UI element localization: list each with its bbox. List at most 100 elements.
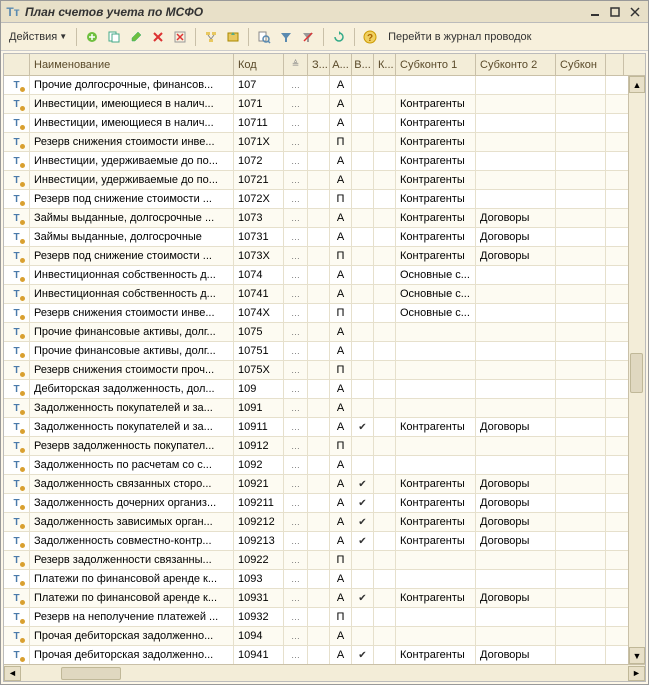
h-scroll-track[interactable]	[21, 666, 628, 681]
cell-name: Прочие финансовые активы, долг...	[30, 342, 234, 360]
cell-k	[374, 342, 396, 360]
table-row[interactable]: TРезерв под снижение стоимости ...1073X……	[4, 247, 645, 266]
v-scroll-thumb[interactable]	[630, 353, 643, 393]
row-icon-cell: T	[4, 380, 30, 398]
dot-icon: …	[288, 346, 303, 356]
window-title: План счетов учета по МСФО	[25, 5, 584, 19]
table-row[interactable]: TПлатежи по финансовой аренде к...1093…А	[4, 570, 645, 589]
col-name[interactable]: Наименование	[30, 54, 234, 75]
mark-delete-button[interactable]	[170, 27, 190, 47]
table-row[interactable]: TПрочие долгосрочные, финансов...107…А	[4, 76, 645, 95]
filter-button[interactable]	[276, 27, 296, 47]
dot-icon: …	[288, 593, 303, 603]
col-subkonto3[interactable]: Субкон	[556, 54, 606, 75]
cell-z	[308, 342, 330, 360]
table-row[interactable]: TЗадолженность дочерних организ...109211…	[4, 494, 645, 513]
row-icon-cell: T	[4, 570, 30, 588]
add-button[interactable]	[82, 27, 102, 47]
cell-a: А	[330, 171, 352, 189]
cell-v	[352, 437, 374, 455]
col-subkonto2[interactable]: Субконто 2	[476, 54, 556, 75]
scroll-up-button[interactable]: ▲	[629, 76, 645, 93]
table-row[interactable]: TПрочая дебиторская задолженно...10941…А…	[4, 646, 645, 664]
cell-subkonto3	[556, 475, 606, 493]
table-row[interactable]: TРезерв снижения стоимости проч...1075X……	[4, 361, 645, 380]
table-row[interactable]: TРезерв под снижение стоимости ...1072X……	[4, 190, 645, 209]
table-row[interactable]: TРезерв задолженности связанны...10922…П	[4, 551, 645, 570]
cell-code: 1071	[234, 95, 284, 113]
delete-button[interactable]	[148, 27, 168, 47]
filter-off-button[interactable]	[298, 27, 318, 47]
cell-z	[308, 171, 330, 189]
table-row[interactable]: TЗадолженность по расчетам со с...1092…А	[4, 456, 645, 475]
hierarchy-button[interactable]	[201, 27, 221, 47]
close-button[interactable]	[626, 4, 644, 20]
dot-icon: …	[288, 574, 303, 584]
cell-a: П	[330, 608, 352, 626]
table-row[interactable]: TЗадолженность совместно-контр...109213……	[4, 532, 645, 551]
table-row[interactable]: TЗадолженность покупателей и за...10911……	[4, 418, 645, 437]
table-row[interactable]: TЗаймы выданные, долгосрочные ...1073…АК…	[4, 209, 645, 228]
col-k[interactable]: К...	[374, 54, 396, 75]
minimize-button[interactable]	[586, 4, 604, 20]
cell-sort: …	[284, 190, 308, 208]
find-button[interactable]	[254, 27, 274, 47]
journal-link[interactable]: Перейти в журнал проводок	[388, 31, 531, 43]
cell-k	[374, 437, 396, 455]
cell-code: 1091	[234, 399, 284, 417]
cell-name: Прочие долгосрочные, финансов...	[30, 76, 234, 94]
dot-icon: …	[288, 118, 303, 128]
table-row[interactable]: TПлатежи по финансовой аренде к...10931……	[4, 589, 645, 608]
table-row[interactable]: TИнвестиции, удерживаемые до по...1072…А…	[4, 152, 645, 171]
table-row[interactable]: TПрочие финансовые активы, долг...1075…А	[4, 323, 645, 342]
table-row[interactable]: TРезерв снижения стоимости инве...1074X……	[4, 304, 645, 323]
col-subkonto1[interactable]: Субконто 1	[396, 54, 476, 75]
table-row[interactable]: TИнвестиции, имеющиеся в налич...1071…АК…	[4, 95, 645, 114]
vertical-scrollbar[interactable]: ▲ ▼	[628, 76, 645, 664]
col-z[interactable]: З...	[308, 54, 330, 75]
table-row[interactable]: TРезерв на неполучение платежей ...10932…	[4, 608, 645, 627]
col-a[interactable]: А...	[330, 54, 352, 75]
h-scroll-thumb[interactable]	[61, 667, 121, 680]
table-row[interactable]: TИнвестиционная собственность д...10741……	[4, 285, 645, 304]
cell-subkonto1	[396, 342, 476, 360]
table-row[interactable]: TРезерв задолженность покупател...10912……	[4, 437, 645, 456]
help-button[interactable]: ?	[360, 27, 380, 47]
cell-subkonto3	[556, 152, 606, 170]
edit-button[interactable]	[126, 27, 146, 47]
table-row[interactable]: TИнвестиции, имеющиеся в налич...10711…А…	[4, 114, 645, 133]
table-row[interactable]: TИнвестиционная собственность д...1074…А…	[4, 266, 645, 285]
horizontal-scrollbar[interactable]: ◄ ►	[4, 664, 645, 681]
table-row[interactable]: TПрочие финансовые активы, долг...10751……	[4, 342, 645, 361]
table-row[interactable]: TЗадолженность зависимых орган...109212……	[4, 513, 645, 532]
table-row[interactable]: TРезерв снижения стоимости инве...1071X……	[4, 133, 645, 152]
refresh-button[interactable]	[329, 27, 349, 47]
table-row[interactable]: TДебиторская задолженность, дол...109…А	[4, 380, 645, 399]
table-row[interactable]: TИнвестиции, удерживаемые до по...10721……	[4, 171, 645, 190]
cell-z	[308, 551, 330, 569]
table-row[interactable]: TЗаймы выданные, долгосрочные10731…АКонт…	[4, 228, 645, 247]
move-button[interactable]	[223, 27, 243, 47]
maximize-button[interactable]	[606, 4, 624, 20]
col-code[interactable]: Код	[234, 54, 284, 75]
col-sort-indicator[interactable]: ≜	[284, 54, 308, 75]
scroll-left-button[interactable]: ◄	[4, 666, 21, 681]
header-scrollbar-spacer	[606, 54, 624, 75]
copy-button[interactable]	[104, 27, 124, 47]
cell-sort: …	[284, 361, 308, 379]
col-icon[interactable]	[4, 54, 30, 75]
cell-code: 1075X	[234, 361, 284, 379]
scroll-right-button[interactable]: ►	[628, 666, 645, 681]
actions-menu[interactable]: Действия ▼	[5, 29, 71, 45]
scroll-down-button[interactable]: ▼	[629, 647, 645, 664]
cell-name: Инвестиции, удерживаемые до по...	[30, 171, 234, 189]
table-row[interactable]: TЗадолженность покупателей и за...1091…А	[4, 399, 645, 418]
col-v[interactable]: В...	[352, 54, 374, 75]
table-row[interactable]: TЗадолженность связанных сторо...10921…А…	[4, 475, 645, 494]
cell-subkonto3	[556, 133, 606, 151]
table-row[interactable]: TПрочая дебиторская задолженно...1094…А	[4, 627, 645, 646]
cell-subkonto3	[556, 627, 606, 645]
cell-subkonto3	[556, 76, 606, 94]
row-icon-cell: T	[4, 418, 30, 436]
v-scroll-track[interactable]	[629, 93, 645, 647]
